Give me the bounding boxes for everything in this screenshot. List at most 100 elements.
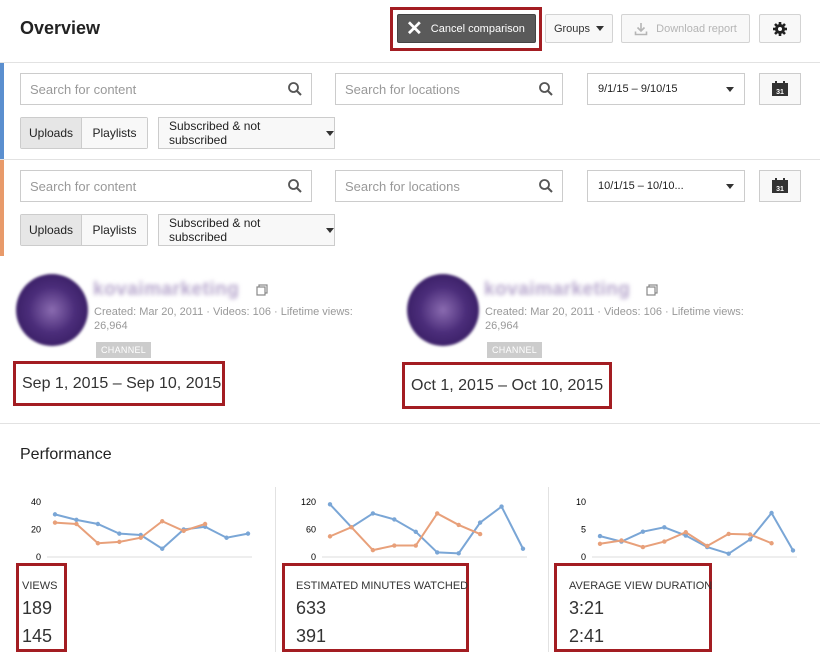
series-2-point[interactable] [747, 532, 753, 537]
playlists-tab[interactable]: Playlists [82, 215, 147, 245]
download-icon [634, 22, 648, 35]
series-1-point[interactable] [117, 531, 122, 536]
y-tick-label: 60 [306, 525, 316, 535]
channel-lifetime-label: Lifetime views: [280, 306, 353, 318]
views-value-2[interactable]: 145 [22, 626, 52, 647]
series-2-point[interactable] [52, 520, 58, 525]
settings-button[interactable] [759, 14, 801, 43]
download-report-button[interactable]: Download report [621, 14, 750, 43]
views-value-1[interactable]: 189 [22, 598, 52, 619]
series-2-point[interactable] [181, 528, 186, 534]
search-content-input[interactable]: Search for content [20, 170, 312, 202]
calendar-button[interactable]: 31 [759, 170, 801, 202]
series-1-point[interactable] [435, 550, 440, 555]
channel-avatar [16, 274, 88, 346]
series-2-point[interactable] [349, 525, 354, 530]
date-range-value: 10/1/15 – 10/10... [598, 180, 684, 192]
series-2-point[interactable] [640, 544, 646, 550]
series-2-point[interactable] [683, 530, 688, 535]
minutes-value-1[interactable]: 633 [296, 598, 326, 619]
date-range-dropdown[interactable]: 9/1/15 – 9/10/15 [587, 73, 745, 105]
calendar-day: 31 [776, 186, 784, 193]
series-2-point[interactable] [726, 531, 731, 537]
series-2-point[interactable] [456, 522, 461, 528]
search-locations-input[interactable]: Search for locations [335, 170, 563, 202]
uploads-tab[interactable]: Uploads [21, 118, 82, 148]
series-2-point[interactable] [138, 535, 143, 540]
series-1-point[interactable] [790, 548, 796, 553]
search-icon [288, 179, 302, 193]
subscribed-dropdown[interactable]: Subscribed & not subscribed [158, 117, 335, 149]
minutes-value-2[interactable]: 391 [296, 626, 326, 647]
page-title: Overview [20, 18, 101, 38]
series-1-point[interactable] [597, 533, 603, 539]
series-2-point[interactable] [477, 531, 483, 537]
series-1-point[interactable] [370, 511, 376, 516]
subscribed-dropdown[interactable]: Subscribed & not subscribed [158, 214, 335, 246]
series-1-point[interactable] [747, 537, 753, 542]
series-1-point[interactable] [499, 504, 504, 509]
series-1-point[interactable] [520, 546, 526, 551]
series-2-point[interactable] [117, 539, 122, 545]
groups-button[interactable]: Groups [545, 14, 613, 43]
content-type-toggle[interactable]: Uploads Playlists [20, 214, 148, 246]
series-1-point[interactable] [726, 551, 731, 556]
divider [275, 487, 276, 652]
series-2-point[interactable] [705, 543, 710, 549]
series-2-point[interactable] [370, 547, 376, 553]
channel-name[interactable]: kovaimarketing [484, 279, 630, 301]
series-2-point[interactable] [619, 538, 624, 543]
cancel-comparison-button[interactable]: ✕ Cancel comparison [397, 14, 536, 43]
duration-value-1[interactable]: 3:21 [569, 598, 604, 619]
uploads-tab[interactable]: Uploads [21, 215, 82, 245]
series-2-point[interactable] [202, 521, 208, 527]
series-1-point[interactable] [640, 529, 646, 534]
search-content-placeholder: Search for content [30, 178, 137, 194]
series-2-point[interactable] [160, 519, 165, 524]
series-2-point[interactable] [95, 541, 101, 546]
playlists-tab[interactable]: Playlists [82, 118, 147, 148]
series-2-point[interactable] [74, 521, 79, 527]
series-2-point[interactable] [392, 543, 397, 548]
search-locations-input[interactable]: Search for locations [335, 73, 563, 105]
series-1-point[interactable] [160, 546, 165, 551]
channel-videos: Videos: 106 [604, 306, 662, 318]
series-2-point[interactable] [327, 534, 333, 539]
series-1-point[interactable] [224, 535, 229, 540]
chevron-down-icon [726, 184, 734, 189]
duration-value-2[interactable]: 2:41 [569, 626, 604, 647]
date-range-dropdown[interactable]: 10/1/15 – 10/10... [587, 170, 745, 202]
series-1-point[interactable] [52, 512, 58, 517]
series-1-point[interactable] [477, 520, 483, 525]
search-content-input[interactable]: Search for content [20, 73, 312, 105]
search-locations-placeholder: Search for locations [345, 178, 460, 194]
calendar-button[interactable]: 31 [759, 73, 801, 105]
minutes-watched-sparkline: 0 60 120 [301, 497, 527, 562]
views-label: VIEWS [22, 580, 58, 592]
channel-videos: Videos: 106 [213, 306, 271, 318]
channel-name[interactable]: kovaimarketing [93, 279, 239, 301]
comparison-1-accent [0, 63, 4, 159]
series-1-line [599, 511, 794, 555]
series-1-point[interactable] [95, 521, 101, 527]
views-sparkline: 0 20 40 [31, 497, 252, 562]
series-2-point[interactable] [435, 511, 440, 516]
series-2-point[interactable] [413, 543, 418, 548]
external-link-icon[interactable] [256, 284, 268, 296]
series-1-point[interactable] [769, 510, 774, 516]
subscribed-label: Subscribed & not subscribed [169, 216, 261, 244]
series-1-point[interactable] [413, 529, 418, 534]
channel-badge: CHANNEL [487, 342, 543, 358]
series-2-point[interactable] [769, 541, 774, 546]
series-1-point[interactable] [327, 502, 333, 507]
average-duration-sparkline: 0 5 10 [576, 497, 797, 562]
series-2-point[interactable] [597, 541, 603, 546]
series-1-point[interactable] [245, 531, 251, 536]
content-type-toggle[interactable]: Uploads Playlists [20, 117, 148, 149]
series-1-point[interactable] [456, 551, 461, 556]
series-1-point[interactable] [392, 517, 397, 522]
external-link-icon[interactable] [646, 284, 658, 296]
series-1-point[interactable] [662, 525, 667, 530]
series-2-point[interactable] [662, 539, 667, 544]
series-1-point[interactable] [74, 517, 79, 523]
